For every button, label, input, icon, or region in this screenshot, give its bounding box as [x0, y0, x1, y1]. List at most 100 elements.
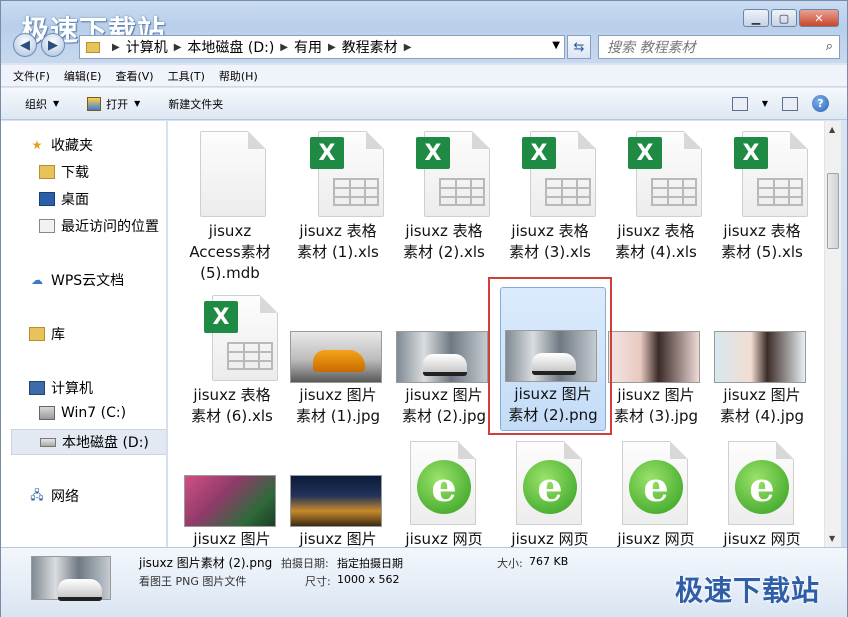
- flower-photo-thumbnail: [184, 475, 276, 527]
- watermark-bottom: 极速下载站: [675, 569, 820, 609]
- file-jpg-2[interactable]: jisuxz 图片 素材 (2).jpg: [392, 289, 496, 427]
- excel-icon: X: [522, 137, 556, 169]
- forward-button[interactable]: ▶: [41, 33, 65, 57]
- details-date-value[interactable]: 指定拍摄日期: [337, 555, 403, 571]
- browser-e-icon: e: [629, 460, 683, 514]
- menu-tools[interactable]: 工具(T): [168, 68, 205, 84]
- preview-pane-icon[interactable]: [782, 97, 798, 111]
- computer-icon: [29, 381, 45, 395]
- title-bar: 极速下载站 ▁ ▢ ✕ ◀ ▶ ▶ 计算机▶ 本地磁盘 (D:)▶ 有用▶ 教程…: [1, 1, 847, 63]
- view-options-icon[interactable]: [732, 97, 748, 111]
- chevron-right-icon: ▶: [174, 42, 182, 53]
- file-xls-2[interactable]: X jisuxz 表格 素材 (2).xls: [392, 125, 496, 263]
- nav-favorites[interactable]: ★收藏夹: [29, 135, 93, 155]
- file-jpg-3[interactable]: jisuxz 图片 素材 (3).jpg: [604, 289, 708, 427]
- file-xls-4[interactable]: X jisuxz 表格 素材 (4).xls: [604, 125, 708, 263]
- address-dropdown-icon[interactable]: ▼: [552, 40, 560, 51]
- car-photo-thumbnail: [505, 330, 597, 382]
- minimize-button[interactable]: ▁: [743, 9, 769, 27]
- new-folder-button[interactable]: 新建文件夹: [168, 96, 223, 112]
- chevron-down-icon[interactable]: ▼: [762, 99, 768, 108]
- details-dims-label: 尺寸:: [305, 573, 331, 589]
- chevron-right-icon: ▶: [112, 42, 120, 53]
- file-jpg-6[interactable]: jisuxz 图片: [286, 433, 390, 547]
- browser-e-icon: e: [735, 460, 789, 514]
- night-city-photo-thumbnail: [290, 475, 382, 527]
- scroll-down-icon[interactable]: ▼: [829, 534, 835, 543]
- drive-icon: [40, 438, 56, 447]
- file-jpg-4[interactable]: jisuxz 图片 素材 (4).jpg: [710, 289, 814, 427]
- file-html-3[interactable]: e jisuxz 网页: [604, 433, 708, 547]
- file-xls-6[interactable]: X jisuxz 表格 素材 (6).xls: [180, 289, 284, 427]
- menu-file[interactable]: 文件(F): [13, 68, 50, 84]
- vertical-scrollbar[interactable]: ▲ ▼: [824, 121, 841, 547]
- search-icon[interactable]: ⌕: [826, 39, 833, 54]
- details-file-name: jisuxz 图片素材 (2).png: [139, 554, 272, 571]
- nav-drive-d[interactable]: 本地磁盘 (D:): [11, 429, 167, 455]
- system-drive-icon: [39, 406, 55, 420]
- car-photo-thumbnail: [396, 331, 488, 383]
- nav-downloads[interactable]: 下载: [39, 162, 89, 182]
- document-icon: [200, 131, 266, 217]
- image-viewer-icon: [87, 97, 101, 111]
- folder-icon: [86, 42, 100, 53]
- file-png-2-selected[interactable]: jisuxz 图片 素材 (2).png: [500, 287, 606, 431]
- breadcrumb-tutorial-materials[interactable]: 教程素材▶: [342, 37, 418, 57]
- nav-wps-cloud[interactable]: ☁WPS云文档: [29, 270, 124, 290]
- scroll-up-icon[interactable]: ▲: [829, 125, 835, 134]
- help-icon[interactable]: ?: [812, 95, 829, 112]
- file-access-5[interactable]: jisuxz Access素材 (5).mdb: [178, 125, 282, 284]
- close-button[interactable]: ✕: [799, 9, 839, 27]
- search-input[interactable]: 搜索 教程素材 ⌕: [598, 35, 840, 59]
- browser-e-icon: e: [417, 460, 471, 514]
- nav-desktop[interactable]: 桌面: [39, 189, 89, 209]
- web-file-icon: e: [622, 441, 688, 525]
- chevron-down-icon: ▼: [134, 99, 140, 108]
- file-xls-3[interactable]: X jisuxz 表格 素材 (3).xls: [498, 125, 602, 263]
- file-xls-1[interactable]: X jisuxz 表格 素材 (1).xls: [286, 125, 390, 263]
- nav-network[interactable]: 🖧网络: [29, 486, 79, 506]
- file-html-4[interactable]: e jisuxz 网页: [710, 433, 814, 547]
- file-html-2[interactable]: e jisuxz 网页: [498, 433, 602, 547]
- command-bar: 组织▼ 打开▼ 新建文件夹 ▼ ?: [1, 88, 847, 120]
- car-photo-thumbnail: [290, 331, 382, 383]
- address-bar[interactable]: ▶ 计算机▶ 本地磁盘 (D:)▶ 有用▶ 教程素材▶ ▼: [79, 35, 565, 59]
- menu-help[interactable]: 帮助(H): [219, 68, 258, 84]
- maximize-button[interactable]: ▢: [771, 9, 797, 27]
- menu-edit[interactable]: 编辑(E): [64, 68, 102, 84]
- chevron-down-icon: ▼: [53, 99, 59, 108]
- star-icon: ★: [29, 138, 45, 152]
- breadcrumb-useful[interactable]: 有用▶: [294, 37, 342, 57]
- nav-drive-c[interactable]: Win7 (C:): [39, 405, 126, 421]
- recent-places-icon: [39, 219, 55, 233]
- refresh-button[interactable]: ⇆: [567, 35, 591, 59]
- search-placeholder: 搜索 教程素材: [607, 37, 695, 57]
- file-jpg-5[interactable]: jisuxz 图片: [180, 433, 284, 547]
- details-size-value: 767 KB: [529, 555, 568, 568]
- desktop-icon: [39, 192, 55, 206]
- breadcrumb-computer[interactable]: 计算机▶: [126, 37, 188, 57]
- back-button[interactable]: ◀: [13, 33, 37, 57]
- nav-recent[interactable]: 最近访问的位置: [39, 216, 159, 236]
- organize-button[interactable]: 组织▼: [25, 96, 59, 112]
- file-jpg-1[interactable]: jisuxz 图片 素材 (1).jpg: [286, 289, 390, 427]
- nav-libraries[interactable]: 库: [29, 324, 65, 344]
- excel-icon: X: [416, 137, 450, 169]
- window-controls: ▁ ▢ ✕: [743, 9, 839, 27]
- explorer-window: 极速下载站 ▁ ▢ ✕ ◀ ▶ ▶ 计算机▶ 本地磁盘 (D:)▶ 有用▶ 教程…: [0, 0, 848, 617]
- menu-view[interactable]: 查看(V): [115, 68, 153, 84]
- nav-computer[interactable]: 计算机: [29, 378, 93, 398]
- chevron-right-icon: ▶: [280, 42, 288, 53]
- breadcrumb-local-disk[interactable]: 本地磁盘 (D:)▶: [187, 37, 294, 57]
- chevron-right-icon: ▶: [328, 42, 336, 53]
- scrollbar-thumb[interactable]: [827, 173, 839, 249]
- network-icon: 🖧: [29, 489, 45, 503]
- file-list: jisuxz Access素材 (5).mdb X jisuxz 表格 素材 (…: [168, 121, 824, 547]
- file-xls-5[interactable]: X jisuxz 表格 素材 (5).xls: [710, 125, 814, 263]
- excel-icon: X: [310, 137, 344, 169]
- open-button[interactable]: 打开▼: [87, 96, 140, 112]
- file-html-1[interactable]: e jisuxz 网页: [392, 433, 496, 547]
- library-icon: [29, 327, 45, 341]
- portrait-photo-thumbnail: [714, 331, 806, 383]
- menu-bar: 文件(F) 编辑(E) 查看(V) 工具(T) 帮助(H): [1, 65, 847, 87]
